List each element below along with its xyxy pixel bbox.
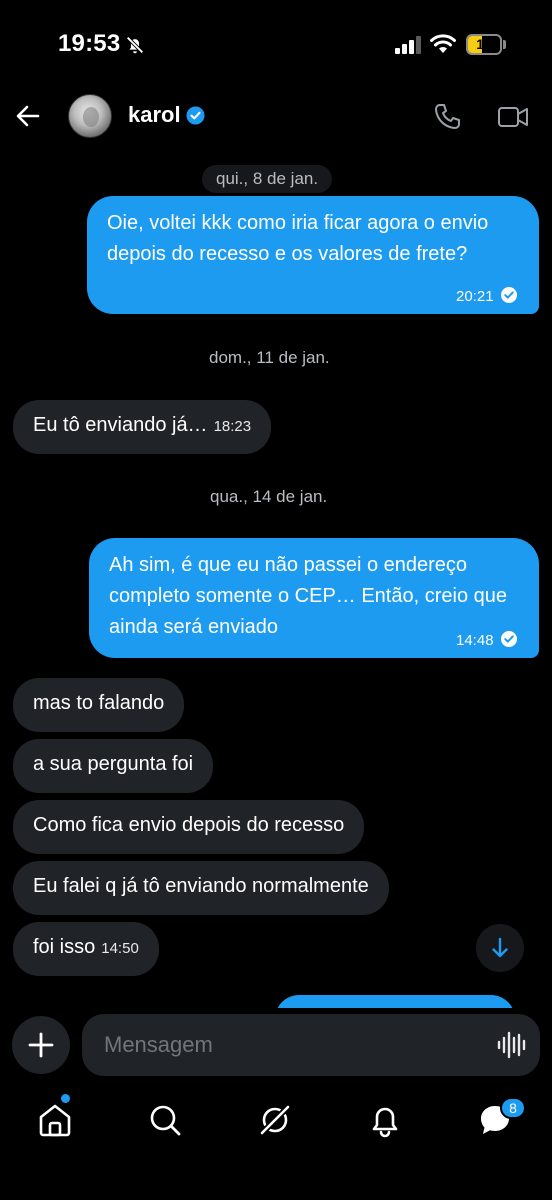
date-separator: qui., 8 de jan. xyxy=(202,165,333,193)
battery-level: 16 xyxy=(476,36,492,52)
message-meta: 20:21 xyxy=(456,286,518,305)
date-separator: dom., 11 de jan. xyxy=(209,348,330,367)
phone-call-icon[interactable] xyxy=(432,102,462,132)
message-time: 18:23 xyxy=(213,418,252,435)
cellular-signal-icon xyxy=(395,36,421,54)
add-attachment-button[interactable] xyxy=(12,1016,70,1074)
message-meta: 14:48 xyxy=(456,630,518,649)
date-separator: qua., 14 de jan. xyxy=(210,487,328,506)
bell-off-icon xyxy=(126,36,144,54)
incoming-message[interactable]: a sua pergunta foi xyxy=(13,739,214,793)
status-time: 19:53 xyxy=(58,30,121,57)
scroll-to-bottom-button[interactable] xyxy=(476,924,524,972)
battery-cap xyxy=(503,40,506,49)
plus-icon xyxy=(28,1032,54,1058)
read-check-icon xyxy=(500,287,517,303)
message-composer xyxy=(0,1008,552,1088)
message-field xyxy=(82,1014,540,1076)
message-text: mas to falando xyxy=(33,692,165,714)
message-time: 20:21 xyxy=(456,288,494,305)
message-text: Eu tô enviando já… xyxy=(33,414,208,436)
message-text: foi isso xyxy=(33,936,96,958)
contact-name[interactable]: karol xyxy=(128,102,181,128)
read-check-icon xyxy=(500,631,517,647)
incoming-message[interactable]: Eu tô enviando já… 18:23 xyxy=(13,400,272,454)
home-notification-dot xyxy=(61,1094,70,1103)
wifi-icon xyxy=(430,34,456,53)
video-call-icon[interactable] xyxy=(497,104,529,130)
bottom-nav xyxy=(0,1088,552,1200)
incoming-message[interactable]: Eu falei q já tô enviando normalmente xyxy=(13,861,389,915)
message-text: Como fica envio depois do recesso xyxy=(33,814,345,836)
battery-icon: 16 xyxy=(466,34,502,55)
home-icon[interactable] xyxy=(35,1100,75,1140)
message-text: a sua pergunta foi xyxy=(33,753,194,775)
back-arrow-icon[interactable] xyxy=(14,102,42,130)
notifications-bell-icon[interactable] xyxy=(365,1100,405,1140)
voice-message-icon[interactable] xyxy=(496,1030,526,1060)
incoming-message[interactable]: foi isso 14:50 xyxy=(13,922,159,976)
incoming-message[interactable]: mas to falando xyxy=(13,678,185,732)
avatar[interactable] xyxy=(68,94,112,138)
status-bar: 19:53 16 xyxy=(0,0,552,90)
message-time: 14:50 xyxy=(101,940,139,957)
message-text: Ah sim, é que eu não passei o endereço c… xyxy=(109,554,507,638)
messages-badge: 8 xyxy=(500,1097,526,1119)
incoming-message[interactable]: Como fica envio depois do recesso xyxy=(13,800,365,854)
chat-header: karol xyxy=(0,90,552,150)
grok-icon[interactable] xyxy=(255,1100,295,1140)
message-text: Eu falei q já tô enviando normalmente xyxy=(33,875,369,897)
message-text: Oie, voltei kkk como iria ficar agora o … xyxy=(107,212,489,265)
message-time: 14:48 xyxy=(456,632,494,649)
arrow-down-icon xyxy=(492,937,508,958)
verified-badge-icon xyxy=(186,106,205,125)
search-icon[interactable] xyxy=(145,1100,185,1140)
message-input[interactable] xyxy=(104,1014,484,1076)
